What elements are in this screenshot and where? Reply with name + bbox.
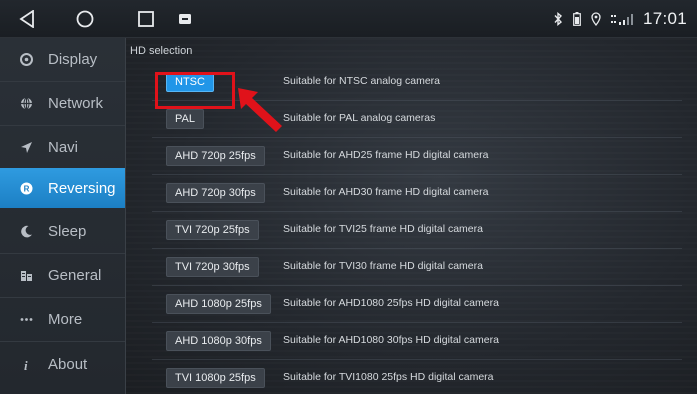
highlight-box <box>155 72 235 109</box>
option-description: Suitable for AHD1080 30fps HD digital ca… <box>283 334 499 346</box>
location-icon <box>591 12 601 26</box>
list-item: TVI 720p 30fps Suitable for TVI30 frame … <box>152 249 682 286</box>
display-icon <box>20 53 40 66</box>
back-icon[interactable] <box>12 6 42 32</box>
option-ahd-720p-30fps-button[interactable]: AHD 720p 30fps <box>166 183 265 203</box>
status-bar: 17:01 <box>0 0 697 38</box>
sidebar-item-label: Navi <box>48 139 79 156</box>
option-tvi-720p-25fps-button[interactable]: TVI 720p 25fps <box>166 220 259 240</box>
info-icon: i <box>20 358 40 371</box>
clock: 17:01 <box>642 9 687 28</box>
option-description: Suitable for AHD25 frame HD digital came… <box>283 149 489 161</box>
list-item: AHD 1080p 25fps Suitable for AHD1080 25f… <box>152 286 682 323</box>
annotation-arrow-icon <box>238 88 282 132</box>
list-item: AHD 1080p 30fps Suitable for AHD1080 30f… <box>152 323 682 360</box>
option-description: Suitable for TVI1080 25fps HD digital ca… <box>283 371 494 383</box>
option-description: Suitable for AHD30 frame HD digital came… <box>283 186 489 198</box>
sidebar-item-about[interactable]: i About <box>0 342 125 386</box>
battery-icon <box>573 12 581 26</box>
sidebar-item-label: Network <box>48 95 104 112</box>
option-tvi-720p-30fps-button[interactable]: TVI 720p 30fps <box>166 257 259 277</box>
sidebar-item-label: General <box>48 267 102 284</box>
option-tvi-1080p-25fps-button[interactable]: TVI 1080p 25fps <box>166 368 265 388</box>
general-icon <box>20 269 40 282</box>
sidebar-item-reversing[interactable]: R Reversing <box>0 168 125 208</box>
section-title: HD selection <box>130 45 193 57</box>
sidebar-item-label: More <box>48 311 83 328</box>
settings-sidebar: Display Network Navi R Reversing Sleep G… <box>0 38 126 394</box>
sidebar-item-general[interactable]: General <box>0 254 125 298</box>
sidebar-item-label: Reversing <box>48 179 116 197</box>
signal-icon <box>610 13 633 25</box>
option-ahd-720p-25fps-button[interactable]: AHD 720p 25fps <box>166 146 265 166</box>
list-item: AHD 720p 25fps Suitable for AHD25 frame … <box>152 138 682 175</box>
hd-option-list: NTSC Suitable for NTSC analog camera PAL… <box>152 64 682 394</box>
list-item: AHD 720p 30fps Suitable for AHD30 frame … <box>152 175 682 212</box>
sidebar-item-label: Display <box>48 51 98 68</box>
globe-icon <box>20 97 40 110</box>
svg-text:R: R <box>24 184 30 193</box>
option-description: Suitable for NTSC analog camera <box>283 75 440 87</box>
list-item: TVI 1080p 25fps Suitable for TVI1080 25f… <box>152 360 682 394</box>
recents-icon[interactable] <box>134 6 158 32</box>
bluetooth-icon <box>553 12 563 26</box>
option-description: Suitable for TVI30 frame HD digital came… <box>283 260 483 272</box>
sidebar-item-more[interactable]: More <box>0 298 125 342</box>
sidebar-item-display[interactable]: Display <box>0 38 125 82</box>
option-description: Suitable for TVI25 frame HD digital came… <box>283 223 483 235</box>
sidebar-item-navi[interactable]: Navi <box>0 126 125 170</box>
sidebar-item-network[interactable]: Network <box>0 82 125 126</box>
option-pal-button[interactable]: PAL <box>166 109 204 129</box>
sidebar-item-label: Sleep <box>48 223 87 240</box>
sidebar-item-sleep[interactable]: Sleep <box>0 210 125 254</box>
option-ahd-1080p-25fps-button[interactable]: AHD 1080p 25fps <box>166 294 271 314</box>
list-item: TVI 720p 25fps Suitable for TVI25 frame … <box>152 212 682 249</box>
svg-text:i: i <box>24 358 28 371</box>
navigation-icon <box>20 141 40 154</box>
reversing-icon: R <box>20 182 40 195</box>
option-ahd-1080p-30fps-button[interactable]: AHD 1080p 30fps <box>166 331 271 351</box>
more-icon <box>20 313 40 326</box>
option-description: Suitable for PAL analog cameras <box>283 112 436 124</box>
moon-icon <box>20 225 40 238</box>
sidebar-item-label: About <box>48 355 88 373</box>
notification-icon <box>175 6 195 32</box>
option-description: Suitable for AHD1080 25fps HD digital ca… <box>283 297 499 309</box>
home-icon[interactable] <box>70 6 100 32</box>
